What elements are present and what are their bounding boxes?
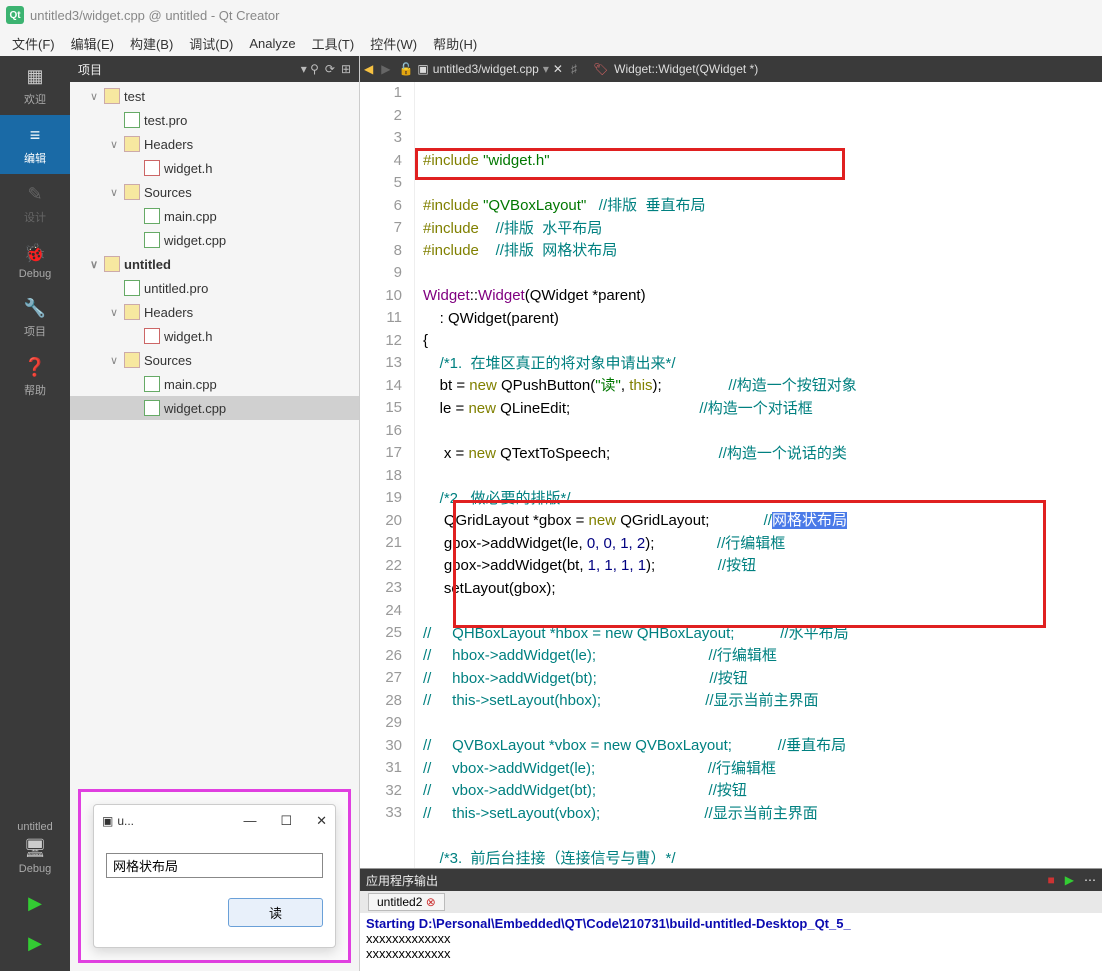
help-icon: ❓ [23, 355, 47, 379]
output-more-icon[interactable]: ⋯ [1084, 873, 1096, 887]
tab-close-icon[interactable]: ✕ [553, 62, 563, 76]
sync-icon[interactable]: ⟳ [325, 62, 335, 76]
maximize-icon[interactable]: ☐ [280, 813, 292, 829]
tree-item[interactable]: ∨Headers [70, 300, 359, 324]
filter-icon[interactable]: ▾ ⚲ [301, 62, 319, 76]
preview-box: ▣ u... — ☐ ✕ 读 [78, 789, 351, 963]
rail-project[interactable]: 🔧 项目 [0, 288, 70, 347]
symbol-crumb[interactable]: 🏷 Widget::Widget(QWidget *) [593, 62, 758, 76]
menu-file[interactable]: 文件(F) [4, 32, 63, 55]
tree-item[interactable]: main.cpp [70, 204, 359, 228]
editor-tab[interactable]: 🔓 ▣ untitled3/widget.cpp ▾ ✕ [398, 62, 562, 76]
project-panel: 项目 ▾ ⚲ ⟳ ⊞ ∨testtest.pro∨Headerswidget.h… [70, 56, 360, 971]
rail-target[interactable]: untitled 🖥 Debug [0, 813, 70, 883]
rail-welcome[interactable]: ▦ 欢迎 [0, 56, 70, 115]
minimize-icon[interactable]: — [243, 813, 256, 829]
menu-debug[interactable]: 调试(D) [181, 32, 241, 55]
preview-button[interactable]: 读 [228, 898, 323, 927]
tree-item[interactable]: test.pro [70, 108, 359, 132]
cpp-file-icon: ▣ [417, 62, 428, 76]
menu-edit[interactable]: 编辑(E) [63, 32, 122, 55]
output-panel: 应用程序输出 ■ ▶ ⋯ untitled2 ⊗ [360, 868, 1102, 971]
rail-help[interactable]: ❓ 帮助 [0, 347, 70, 406]
code-editor[interactable]: 1234567891011121314151617181920212223242… [360, 82, 1102, 868]
output-header: 应用程序输出 ■ ▶ ⋯ [360, 869, 1102, 891]
line-gutter: 1234567891011121314151617181920212223242… [360, 82, 415, 868]
wrench-icon: 🔧 [23, 296, 47, 320]
project-tree[interactable]: ∨testtest.pro∨Headerswidget.h∨Sourcesmai… [70, 82, 359, 781]
lock-icon: 🔓 [398, 62, 413, 76]
play-bug-icon: ▶ [23, 931, 47, 955]
window-title: untitled3/widget.cpp @ untitled - Qt Cre… [30, 8, 280, 23]
tree-item[interactable]: ∨untitled [70, 252, 359, 276]
output-tabs: untitled2 ⊗ [360, 891, 1102, 913]
tab-close-icon[interactable]: ⊗ [426, 895, 436, 909]
nav-fwd-icon[interactable]: ▶ [381, 62, 390, 76]
output-tab[interactable]: untitled2 ⊗ [368, 893, 445, 911]
pencil-icon: ✎ [23, 182, 47, 206]
tree-item[interactable]: main.cpp [70, 372, 359, 396]
preview-title: u... [117, 814, 134, 828]
bug-icon: 🐞 [23, 241, 47, 265]
tree-item[interactable]: widget.h [70, 324, 359, 348]
menu-build[interactable]: 构建(B) [122, 32, 181, 55]
titlebar: Qt untitled3/widget.cpp @ untitled - Qt … [0, 0, 1102, 30]
tree-item[interactable]: widget.h [70, 156, 359, 180]
menu-controls[interactable]: 控件(W) [362, 32, 425, 55]
nav-back-icon[interactable]: ◀ [364, 62, 373, 76]
rail-debug[interactable]: 🐞 Debug [0, 233, 70, 288]
rail-run-debug[interactable]: ▶ [0, 923, 70, 963]
monitor-icon: 🖥 [23, 836, 47, 860]
close-icon[interactable]: ✕ [316, 813, 327, 829]
mini-window-icon: ▣ [102, 814, 113, 828]
qt-logo-icon: Qt [6, 6, 24, 24]
editor-tabs: ◀ ▶ 🔓 ▣ untitled3/widget.cpp ▾ ✕ ♯ 🏷 [360, 56, 1102, 82]
rail-run[interactable]: ▶ [0, 883, 70, 923]
tree-item[interactable]: untitled.pro [70, 276, 359, 300]
tree-item[interactable]: ∨Sources [70, 180, 359, 204]
menu-help[interactable]: 帮助(H) [425, 32, 485, 55]
tree-item[interactable]: ∨Sources [70, 348, 359, 372]
tree-item[interactable]: ∨Headers [70, 132, 359, 156]
rail-design[interactable]: ✎ 设计 [0, 174, 70, 233]
output-play-icon[interactable]: ▶ [1065, 873, 1074, 887]
menubar: 文件(F) 编辑(E) 构建(B) 调试(D) Analyze 工具(T) 控件… [0, 30, 1102, 56]
output-stop-icon[interactable]: ■ [1048, 873, 1055, 887]
menu-analyze[interactable]: Analyze [241, 34, 303, 53]
tag-icon: 🏷 [593, 62, 608, 76]
tree-item[interactable]: ∨test [70, 84, 359, 108]
preview-window: ▣ u... — ☐ ✕ 读 [93, 804, 336, 948]
preview-input[interactable] [106, 853, 323, 878]
project-panel-header: 项目 ▾ ⚲ ⟳ ⊞ [70, 56, 359, 82]
code-body[interactable]: #include "widget.h"#include "QVBoxLayout… [415, 82, 1102, 868]
expand-icon[interactable]: ⊞ [341, 62, 351, 76]
play-icon: ▶ [23, 891, 47, 915]
tree-item[interactable]: widget.cpp [70, 396, 359, 420]
mode-rail: ▦ 欢迎 ≡ 编辑 ✎ 设计 🐞 Debug 🔧 项目 ❓ 帮助 [0, 56, 70, 971]
edit-icon: ≡ [23, 123, 47, 147]
menu-tools[interactable]: 工具(T) [304, 32, 363, 55]
output-body[interactable]: Starting D:\Personal\Embedded\QT\Code\21… [360, 913, 1102, 971]
grid-icon: ▦ [23, 64, 47, 88]
rail-edit[interactable]: ≡ 编辑 [0, 115, 70, 174]
tree-item[interactable]: widget.cpp [70, 228, 359, 252]
